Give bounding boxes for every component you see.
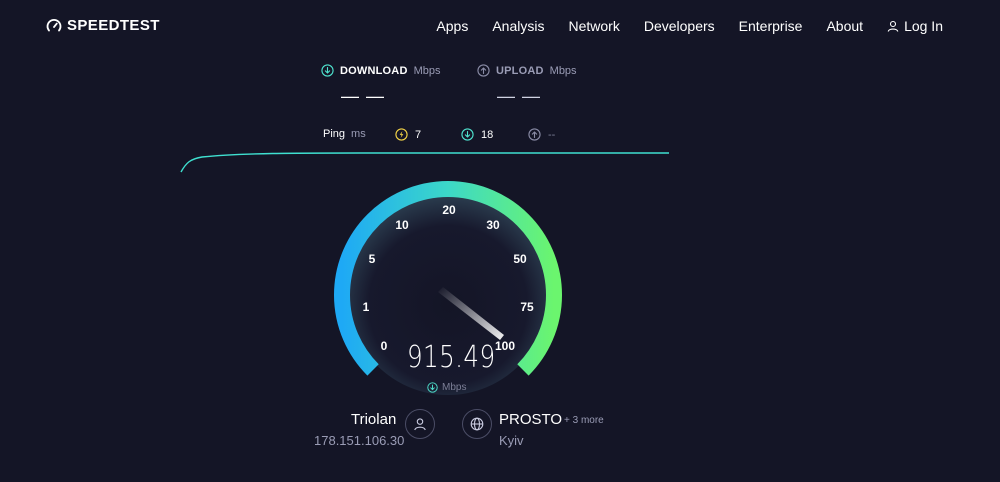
server-city: Kyiv (499, 433, 524, 448)
current-speed-value: 915.49 (407, 340, 496, 375)
isp-name: Triolan (351, 411, 397, 428)
tick-1: 1 (363, 300, 370, 314)
tick-10: 10 (395, 218, 409, 232)
user-icon (414, 418, 426, 431)
tick-5: 5 (369, 252, 376, 266)
arrow-down-circle-icon (427, 382, 438, 393)
globe-icon (470, 417, 484, 431)
speed-gauge: 0 1 5 10 20 30 50 75 100 (180, 152, 669, 395)
tick-20: 20 (442, 203, 456, 217)
current-speed-unit: Mbps (427, 382, 466, 393)
isp-avatar[interactable] (405, 409, 435, 439)
speed-graph-line (180, 152, 669, 173)
tick-0: 0 (381, 339, 388, 353)
speed-unit-label: Mbps (442, 382, 467, 393)
tick-75: 75 (520, 300, 534, 314)
tick-30: 30 (486, 218, 500, 232)
tick-100: 100 (495, 339, 515, 353)
isp-ip: 178.151.106.30 (314, 433, 405, 448)
server-globe-button[interactable] (462, 409, 492, 439)
tick-50: 50 (513, 252, 527, 266)
server-more-link[interactable]: + 3 more (564, 415, 604, 426)
server-name[interactable]: PROSTO (499, 411, 562, 428)
